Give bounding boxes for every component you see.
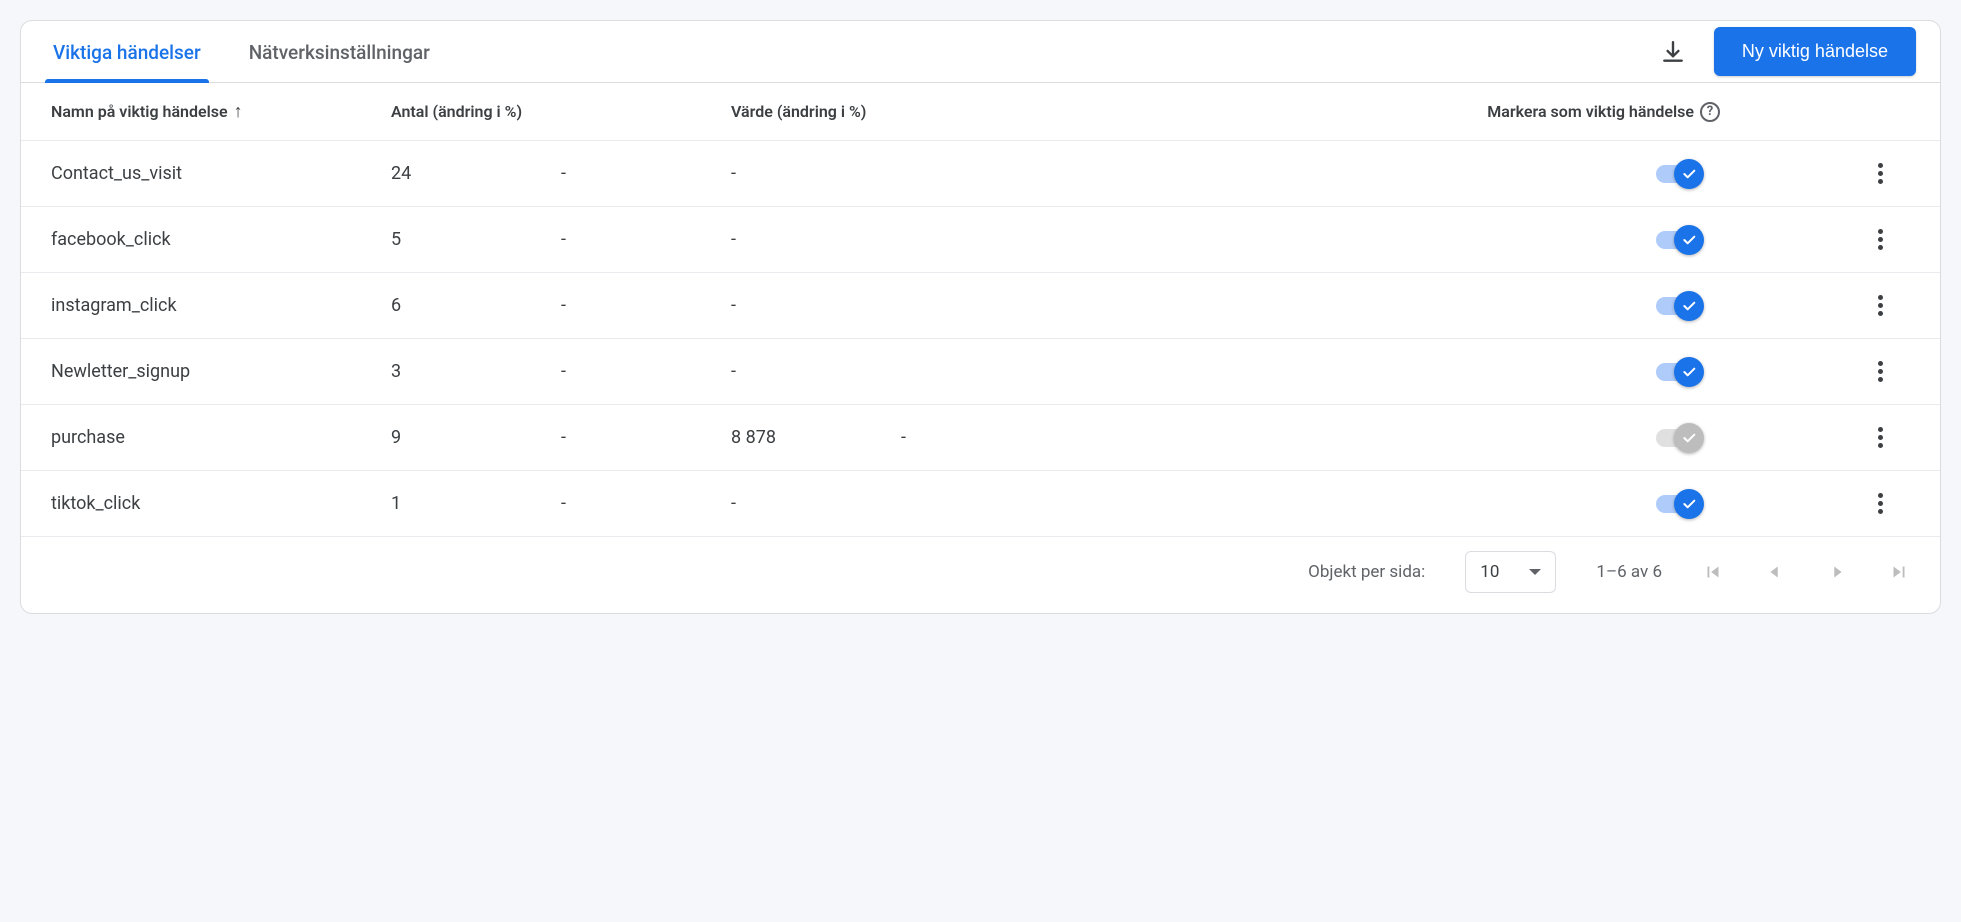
event-name: Contact_us_visit bbox=[51, 163, 391, 184]
mark-toggle-cell bbox=[1051, 363, 1850, 381]
event-value: - bbox=[731, 295, 901, 316]
toggle-knob bbox=[1674, 423, 1704, 453]
column-header-name[interactable]: Namn på viktig händelse ↑ bbox=[51, 101, 391, 122]
event-value: - bbox=[731, 361, 901, 382]
event-count-change: - bbox=[561, 493, 731, 514]
row-menu-button[interactable] bbox=[1878, 493, 1883, 514]
table-row: Newletter_signup3-- bbox=[21, 339, 1940, 405]
help-icon[interactable]: ? bbox=[1700, 102, 1720, 122]
event-count-change: - bbox=[561, 163, 731, 184]
toggle-knob bbox=[1674, 225, 1704, 255]
event-name: Newletter_signup bbox=[51, 361, 391, 382]
pagination: Objekt per sida: 10 1–6 av 6 bbox=[21, 536, 1940, 613]
mark-toggle-cell bbox=[1051, 231, 1850, 249]
mark-toggle-cell bbox=[1051, 429, 1850, 447]
mark-toggle-cell bbox=[1051, 297, 1850, 315]
column-mark-label: Markera som viktig händelse bbox=[1487, 102, 1694, 121]
rows-container: Contact_us_visit24--facebook_click5--ins… bbox=[21, 141, 1940, 536]
items-per-page-label: Objekt per sida: bbox=[1308, 562, 1425, 582]
event-count-change: - bbox=[561, 295, 731, 316]
event-value: - bbox=[731, 229, 901, 250]
tab-network-settings[interactable]: Nätverksinställningar bbox=[241, 21, 438, 82]
pagination-range: 1–6 av 6 bbox=[1596, 562, 1662, 582]
tabs: Viktiga händelser Nätverksinställningar bbox=[45, 21, 438, 82]
toggle-knob bbox=[1674, 291, 1704, 321]
event-value-change: - bbox=[901, 427, 1051, 448]
mark-toggle-cell bbox=[1051, 495, 1850, 513]
mark-toggle[interactable] bbox=[1656, 363, 1700, 381]
mark-toggle[interactable] bbox=[1656, 429, 1700, 447]
tab-key-events[interactable]: Viktiga händelser bbox=[45, 21, 209, 82]
event-value: - bbox=[731, 493, 901, 514]
row-menu-cell bbox=[1850, 427, 1910, 448]
table-row: facebook_click5-- bbox=[21, 207, 1940, 273]
items-per-page-select[interactable]: 10 bbox=[1465, 551, 1556, 593]
event-name: facebook_click bbox=[51, 229, 391, 250]
table-row: Contact_us_visit24-- bbox=[21, 141, 1940, 207]
toggle-knob bbox=[1674, 357, 1704, 387]
sort-ascending-icon: ↑ bbox=[234, 101, 243, 122]
row-menu-button[interactable] bbox=[1878, 295, 1883, 316]
row-menu-button[interactable] bbox=[1878, 427, 1883, 448]
toggle-knob bbox=[1674, 489, 1704, 519]
event-name: tiktok_click bbox=[51, 493, 391, 514]
per-page-value: 10 bbox=[1480, 562, 1499, 582]
row-menu-cell bbox=[1850, 295, 1910, 316]
mark-toggle[interactable] bbox=[1656, 297, 1700, 315]
row-menu-button[interactable] bbox=[1878, 163, 1883, 184]
page-nav bbox=[1702, 561, 1910, 583]
event-value: 8 878 bbox=[731, 427, 901, 448]
next-page-button[interactable] bbox=[1826, 561, 1848, 583]
column-header-mark: Markera som viktig händelse ? bbox=[1051, 102, 1850, 122]
last-page-button[interactable] bbox=[1888, 561, 1910, 583]
table-header: Namn på viktig händelse ↑ Antal (ändring… bbox=[21, 83, 1940, 141]
event-count: 9 bbox=[391, 427, 561, 448]
download-icon[interactable] bbox=[1660, 39, 1686, 65]
event-count: 24 bbox=[391, 163, 561, 184]
first-page-button[interactable] bbox=[1702, 561, 1724, 583]
dropdown-arrow-icon bbox=[1529, 569, 1541, 575]
row-menu-button[interactable] bbox=[1878, 361, 1883, 382]
event-count: 3 bbox=[391, 361, 561, 382]
event-value: - bbox=[731, 163, 901, 184]
row-menu-cell bbox=[1850, 493, 1910, 514]
row-menu-cell bbox=[1850, 361, 1910, 382]
row-menu-cell bbox=[1850, 163, 1910, 184]
header-bar: Viktiga händelser Nätverksinställningar … bbox=[21, 21, 1940, 83]
table-row: instagram_click6-- bbox=[21, 273, 1940, 339]
event-count-change: - bbox=[561, 427, 731, 448]
event-count: 5 bbox=[391, 229, 561, 250]
mark-toggle[interactable] bbox=[1656, 165, 1700, 183]
mark-toggle[interactable] bbox=[1656, 231, 1700, 249]
event-name: instagram_click bbox=[51, 295, 391, 316]
header-actions: Ny viktig händelse bbox=[1660, 27, 1916, 76]
table-row: tiktok_click1-- bbox=[21, 471, 1940, 536]
new-event-button[interactable]: Ny viktig händelse bbox=[1714, 27, 1916, 76]
event-count-change: - bbox=[561, 229, 731, 250]
event-count: 6 bbox=[391, 295, 561, 316]
event-count-change: - bbox=[561, 361, 731, 382]
column-header-count[interactable]: Antal (ändring i %) bbox=[391, 102, 561, 121]
prev-page-button[interactable] bbox=[1764, 561, 1786, 583]
row-menu-cell bbox=[1850, 229, 1910, 250]
mark-toggle-cell bbox=[1051, 165, 1850, 183]
table-row: purchase9-8 878- bbox=[21, 405, 1940, 471]
event-name: purchase bbox=[51, 427, 391, 448]
mark-toggle[interactable] bbox=[1656, 495, 1700, 513]
row-menu-button[interactable] bbox=[1878, 229, 1883, 250]
column-name-label: Namn på viktig händelse bbox=[51, 102, 228, 121]
events-card: Viktiga händelser Nätverksinställningar … bbox=[20, 20, 1941, 614]
event-count: 1 bbox=[391, 493, 561, 514]
toggle-knob bbox=[1674, 159, 1704, 189]
column-header-value[interactable]: Värde (ändring i %) bbox=[731, 102, 901, 121]
